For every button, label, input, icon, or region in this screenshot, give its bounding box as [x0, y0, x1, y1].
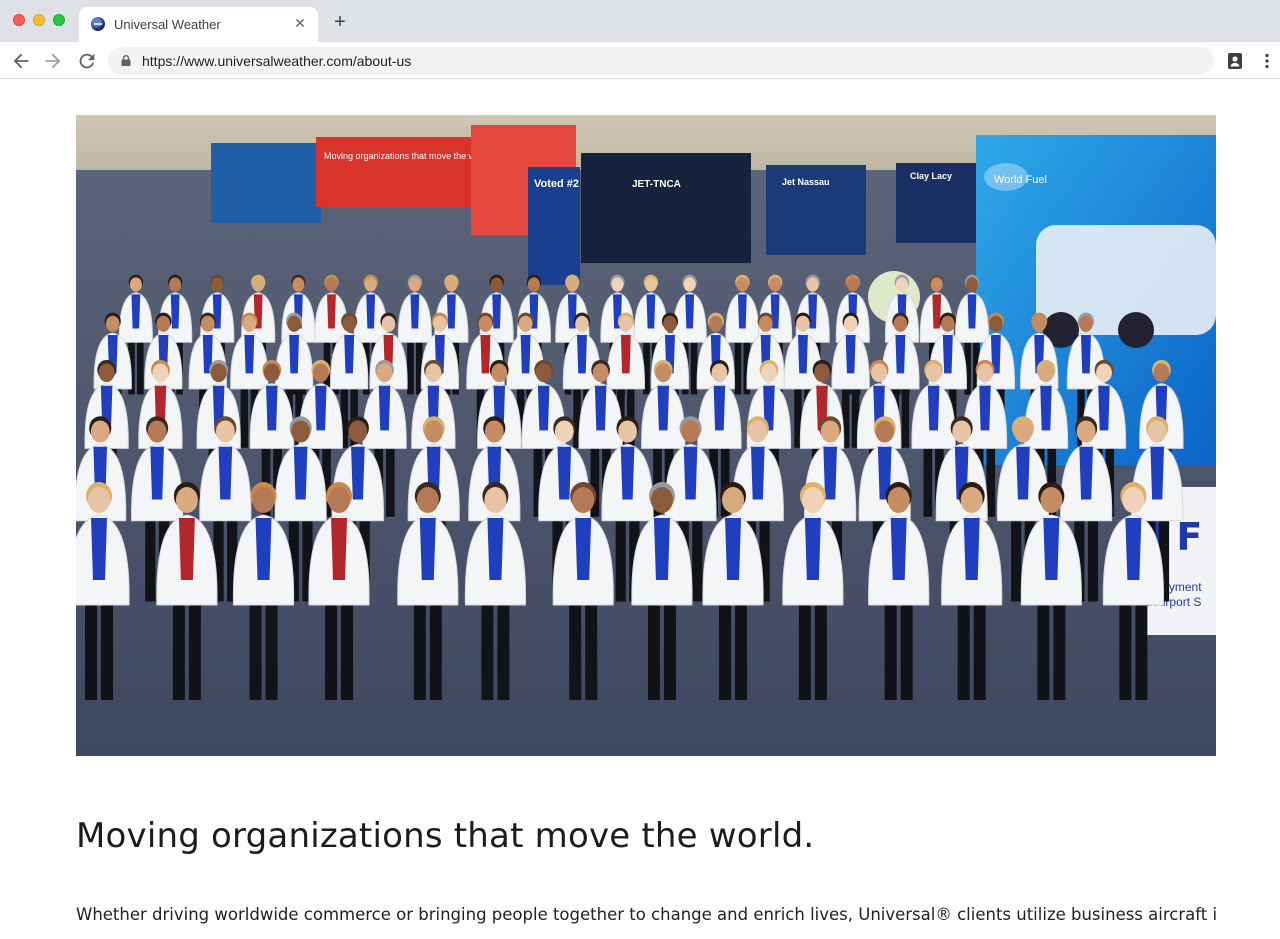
booth-sign-jet-tnca: JET-TNCA [632, 179, 681, 190]
window-close-button[interactable] [13, 14, 25, 26]
browser-toolbar: https://www.universalweather.com/about-u… [0, 42, 1280, 79]
back-icon[interactable] [10, 50, 32, 72]
menu-icon[interactable] [1258, 52, 1276, 70]
forward-icon[interactable] [42, 50, 64, 72]
close-icon[interactable]: ✕ [292, 15, 308, 31]
reload-icon[interactable] [76, 50, 98, 72]
world-fuel-logo-text: World Fuel [994, 174, 1047, 186]
plus-icon[interactable]: + [330, 12, 350, 32]
lock-icon [121, 55, 131, 66]
url-text[interactable]: https://www.universalweather.com/about-u… [142, 53, 411, 69]
profile-icon[interactable] [1226, 52, 1244, 70]
booth-sign-jet-nassau: Jet Nassau [782, 177, 830, 187]
window-minimize-button[interactable] [33, 14, 45, 26]
address-bar[interactable]: https://www.universalweather.com/about-u… [108, 47, 1214, 75]
window-zoom-button[interactable] [53, 14, 65, 26]
tab-title: Universal Weather [114, 17, 221, 32]
intro-paragraph: Whether driving worldwide commerce or br… [76, 905, 1216, 924]
booth-sign-clay-lacy: Clay Lacy [910, 171, 952, 181]
favicon-icon [91, 17, 105, 31]
active-tab[interactable]: Universal Weather ✕ [79, 7, 318, 42]
booth-sign-moving: Moving organizations that move the world [324, 151, 490, 161]
booth-panel [211, 143, 321, 223]
tab-strip: Universal Weather ✕ + [0, 0, 1280, 42]
booth-panel [316, 137, 476, 207]
voted-banner-text: Voted #2 [534, 178, 579, 190]
booth-panel [581, 153, 751, 263]
page-headline: Moving organizations that move the world… [76, 816, 815, 856]
hero-team-photo: Moving organizations that move the world… [76, 115, 1216, 756]
team-photo-illustration: Moving organizations that move the world… [76, 115, 1216, 756]
